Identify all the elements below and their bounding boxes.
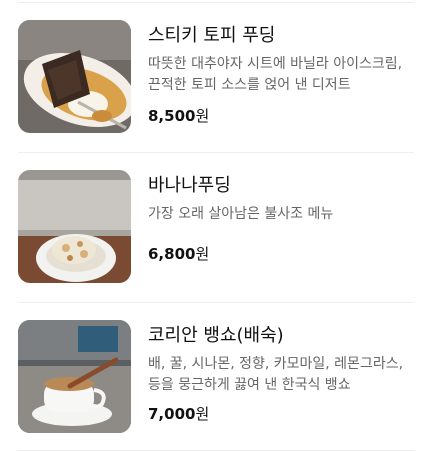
menu-item-korean-vin-chaud[interactable]: 코리안 뱅쇼(배숙) 배, 꿀, 시나몬, 정향, 카모마일, 레몬그라스, 등… <box>0 300 424 450</box>
price-value: 6,800 <box>148 245 196 263</box>
menu-item-price: 6,800원 <box>148 244 209 264</box>
menu-item-banana-pudding[interactable]: 바나나푸딩 가장 오래 살아남은 불사조 메뉴 6,800원 <box>0 150 424 300</box>
menu-item-description: 따뜻한 대추야자 시트에 바닐라 아이스크림,끈적한 토피 소스를 얹어 낸 디… <box>148 56 403 93</box>
price-value: 8,500 <box>148 107 196 125</box>
price-unit: 원 <box>195 245 210 263</box>
sticky-toffee-pudding-photo[interactable] <box>18 20 131 133</box>
divider <box>18 450 414 451</box>
price-value: 7,000 <box>148 405 196 423</box>
banana-pudding-photo[interactable] <box>18 170 131 283</box>
menu-item-price: 8,500원 <box>148 106 209 126</box>
menu-list: 스티키 토피 푸딩 따뜻한 대추야자 시트에 바닐라 아이스크림,끈적한 토피 … <box>0 0 424 452</box>
menu-item-name: 코리안 뱅쇼(배숙) <box>148 325 284 346</box>
price-unit: 원 <box>195 107 210 125</box>
menu-item-sticky-toffee-pudding[interactable]: 스티키 토피 푸딩 따뜻한 대추야자 시트에 바닐라 아이스크림,끈적한 토피 … <box>0 0 424 150</box>
korean-vin-chaud-photo[interactable] <box>18 320 131 433</box>
menu-item-description: 가장 오래 살아남은 불사조 메뉴 <box>148 206 334 222</box>
menu-item-name: 스티키 토피 푸딩 <box>148 25 276 46</box>
menu-item-price: 7,000원 <box>148 404 209 424</box>
menu-item-name: 바나나푸딩 <box>148 175 231 196</box>
menu-item-description: 배, 꿀, 시나몬, 정향, 카모마일, 레몬그라스, 등을 뭉근하게 끓여 낸… <box>148 356 404 393</box>
price-unit: 원 <box>195 405 210 423</box>
